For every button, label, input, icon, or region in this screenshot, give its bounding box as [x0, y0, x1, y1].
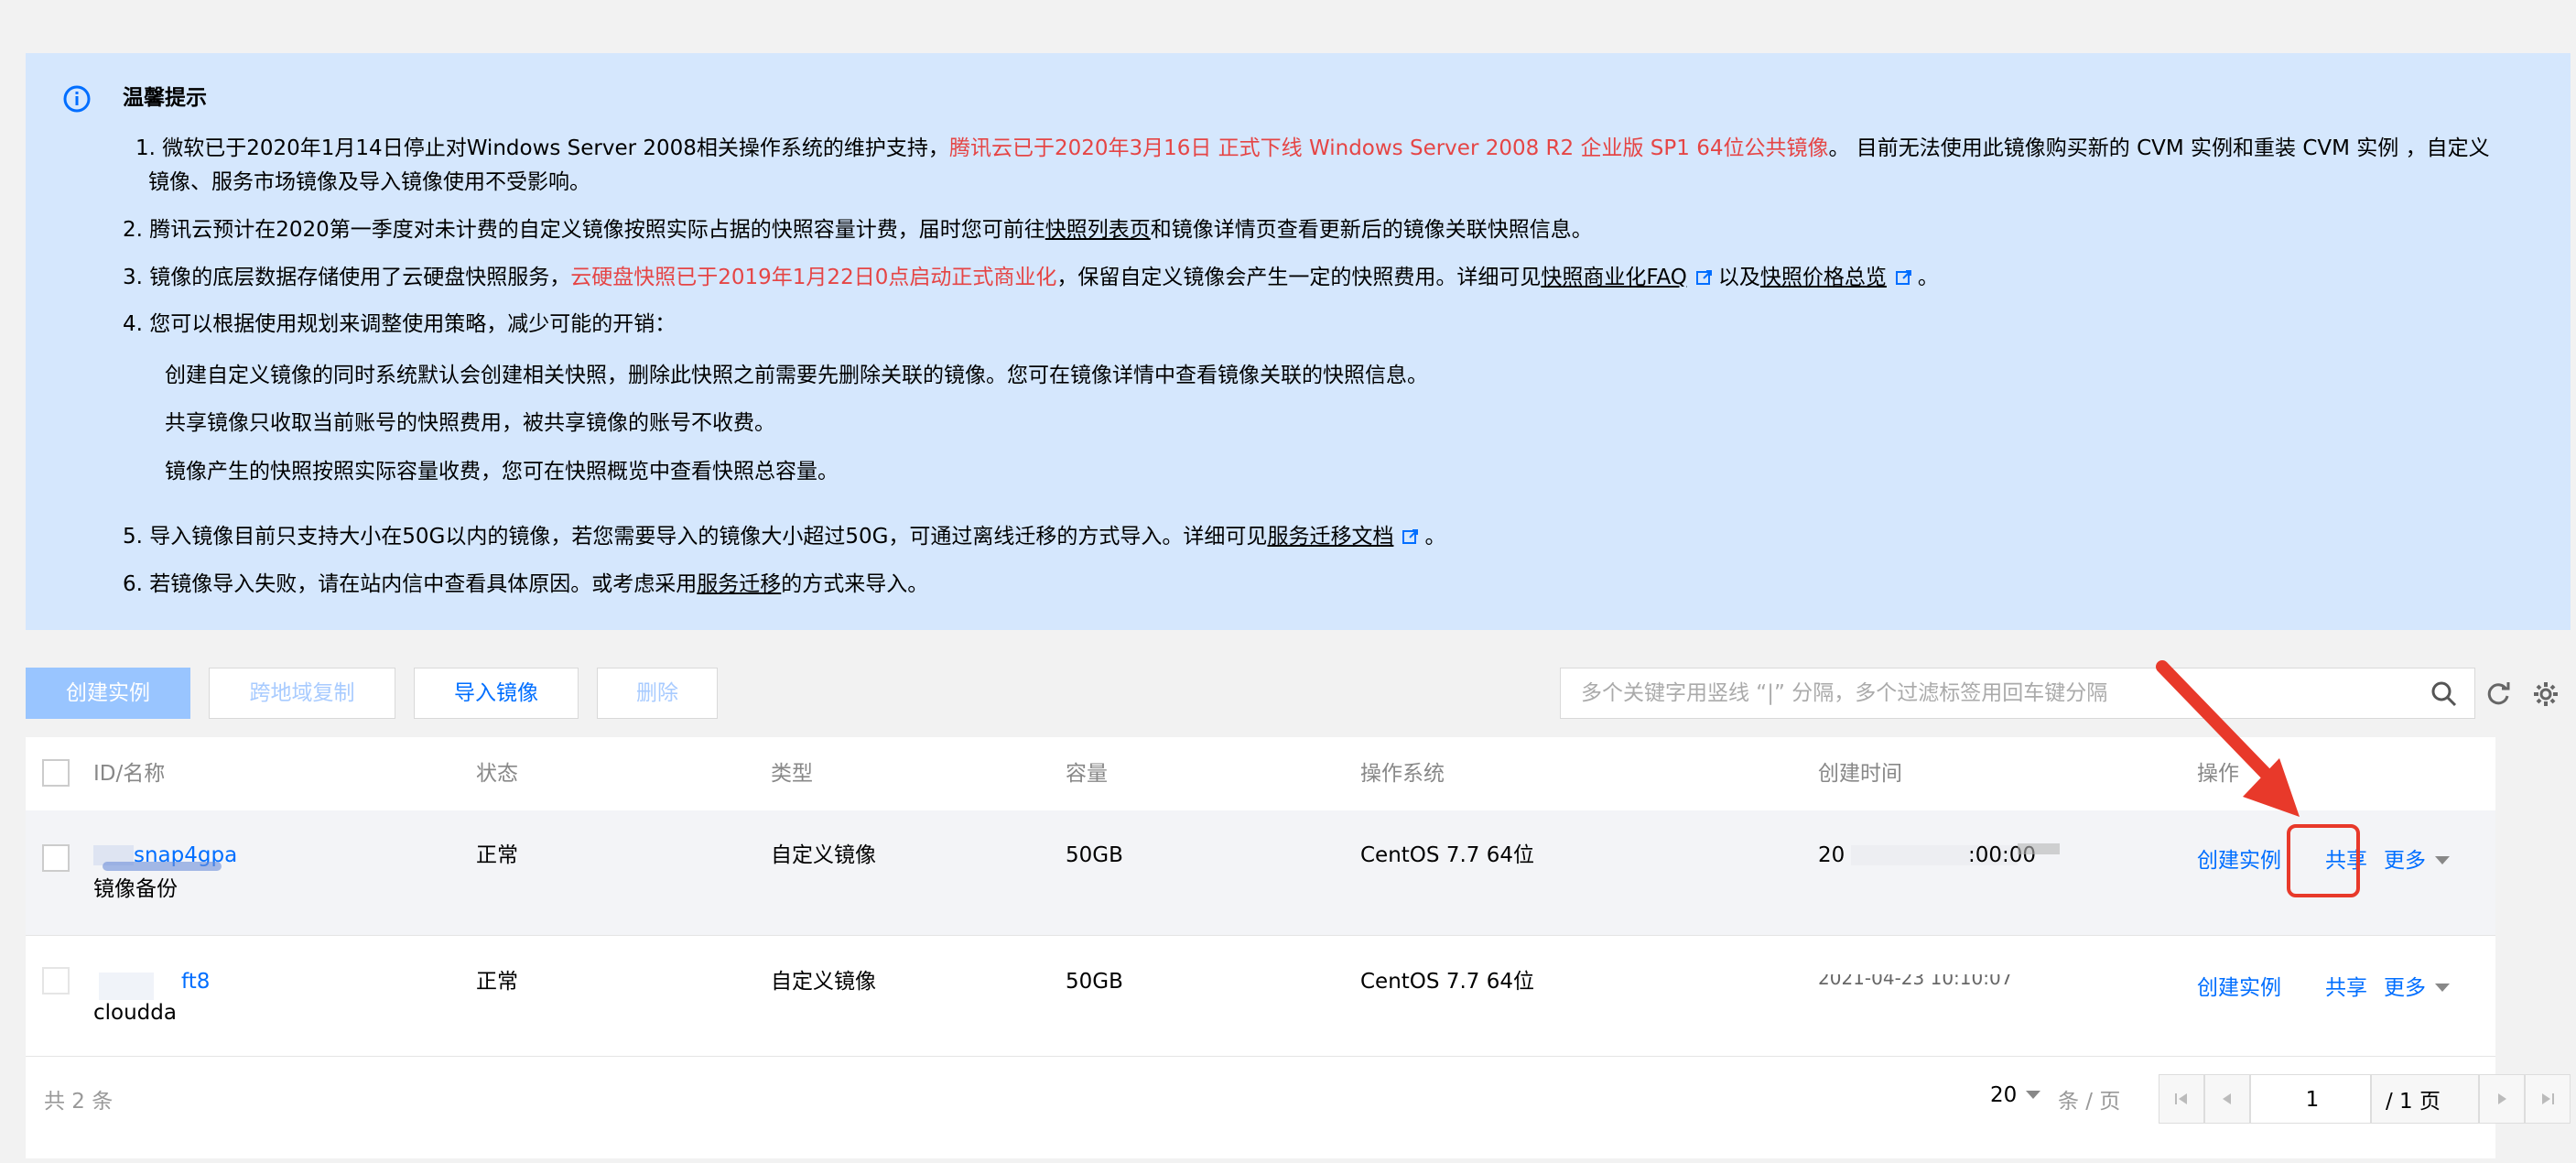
notice-title: 温馨提示: [123, 86, 207, 110]
first-page-button[interactable]: [2159, 1074, 2204, 1124]
migration-service-link[interactable]: 服务迁移: [697, 572, 781, 596]
notice-item-4: 4. 您可以根据使用规划来调整使用策略，减少可能的开销：: [123, 312, 676, 336]
notice-item-3-end: 。: [1917, 266, 1939, 289]
share-action[interactable]: 共享: [2325, 972, 2367, 1005]
search-box[interactable]: [1560, 668, 2475, 719]
image-id-link[interactable]: ft8: [181, 965, 210, 998]
notice-item-5-end: 。: [1424, 525, 1446, 549]
last-page-button[interactable]: [2525, 1074, 2571, 1124]
caret-down-icon: [2435, 856, 2450, 864]
table-row: ft8 cloudda 正常 自定义镜像 50GB CentOS 7.7 64位…: [26, 936, 2495, 1057]
page-number-box[interactable]: [2250, 1074, 2374, 1125]
notice-item-2-tail: 和镜像详情页查看更新后的镜像关联快照信息。: [1150, 218, 1593, 242]
image-name: cloudda: [93, 1001, 177, 1025]
capacity-text: 50GB: [1066, 970, 1123, 994]
notice-item-1-warning: 腾讯云已于2020年3月16日 正式下线 Windows Server 2008…: [948, 136, 1829, 160]
os-text: CentOS 7.7 64位: [1360, 970, 1534, 994]
notice-item-2-text: 2. 腾讯云预计在2020第一季度对未计费的自定义镜像按照实际占据的快照容量计费…: [123, 218, 1045, 242]
image-table: ID/名称 状态 类型 容量 操作系统 创建时间 操作 snap4gpa 镜像备…: [26, 737, 2495, 1158]
column-header-type: 类型: [771, 762, 813, 786]
external-link-icon[interactable]: [1695, 269, 1713, 286]
more-label: 更多: [2384, 976, 2426, 1000]
create-instance-action[interactable]: 创建实例: [2197, 844, 2281, 877]
redaction: [103, 862, 222, 871]
last-page-icon: [2542, 1093, 2554, 1104]
next-page-button[interactable]: [2479, 1074, 2525, 1124]
created-time-start: 20: [1818, 843, 1845, 867]
more-dropdown[interactable]: 更多: [2384, 972, 2450, 1005]
table-row: snap4gpa 镜像备份 正常 自定义镜像 50GB CentOS 7.7 6…: [26, 810, 2495, 936]
annotation-arrow-icon: [2156, 660, 2300, 817]
next-page-icon: [2498, 1093, 2506, 1104]
status-text: 正常: [476, 843, 518, 867]
more-label: 更多: [2384, 849, 2426, 873]
table-header: ID/名称 状态 类型 容量 操作系统 创建时间 操作: [26, 737, 2495, 811]
image-name: 镜像备份: [93, 877, 178, 901]
snapshot-list-link[interactable]: 快照列表页: [1045, 218, 1151, 242]
notice-item-5: 5. 导入镜像目前只支持大小在50G以内的镜像，若您需要导入的镜像大小超过50G…: [123, 520, 1445, 554]
create-instance-button[interactable]: 创建实例: [26, 668, 190, 719]
migration-doc-link[interactable]: 服务迁移文档: [1267, 525, 1393, 549]
column-header-created: 创建时间: [1818, 762, 1902, 786]
refresh-icon[interactable]: [2484, 680, 2512, 708]
annotation-highlight-box: [2287, 824, 2360, 897]
column-header-os: 操作系统: [1360, 762, 1445, 786]
page-size-value: 20: [1990, 1083, 2018, 1107]
notice-bullet: 创建自定义镜像的同时系统默认会创建相关快照，删除此快照之前需要先删除关联的镜像。…: [165, 364, 1428, 387]
more-dropdown[interactable]: 更多: [2384, 844, 2450, 877]
create-instance-action[interactable]: 创建实例: [2197, 972, 2281, 1005]
column-header-status: 状态: [476, 762, 518, 786]
notice-item-5-text: 5. 导入镜像目前只支持大小在50G以内的镜像，若您需要导入的镜像大小超过50G…: [123, 525, 1268, 549]
type-text: 自定义镜像: [771, 843, 876, 867]
caret-down-icon: [2026, 1091, 2041, 1099]
row-checkbox[interactable]: [42, 967, 70, 995]
os-text: CentOS 7.7 64位: [1360, 843, 1534, 867]
external-link-icon[interactable]: [1895, 269, 1912, 286]
import-image-button[interactable]: 导入镜像: [414, 668, 579, 719]
total-count: 共 2 条: [44, 1090, 114, 1114]
column-header-id-name: ID/名称: [93, 762, 166, 786]
cross-region-copy-button[interactable]: 跨地域复制: [209, 668, 395, 719]
redaction: [1818, 958, 2047, 974]
row-checkbox[interactable]: [42, 844, 70, 872]
redaction: [2018, 843, 2060, 854]
per-page-label: 条 / 页: [2058, 1090, 2121, 1114]
notice-item-3-warning: 云硬盘快照已于2019年1月22日0点启动正式商业化: [570, 266, 1057, 289]
notice-item-2: 2. 腾讯云预计在2020第一季度对未计费的自定义镜像按照实际占据的快照容量计费…: [123, 213, 1593, 247]
snapshot-pricing-link[interactable]: 快照价格总览: [1760, 266, 1887, 289]
column-header-capacity: 容量: [1066, 762, 1108, 786]
delete-button[interactable]: 删除: [597, 668, 718, 719]
search-icon[interactable]: [2430, 680, 2458, 708]
notice-item-1: 1. 微软已于2020年1月14日停止对Windows Server 2008相…: [135, 132, 2490, 166]
notice-item-3-and: 以及: [1717, 266, 1760, 289]
prev-page-button[interactable]: [2204, 1074, 2250, 1124]
select-all-checkbox[interactable]: [42, 759, 70, 787]
notice-item-3-text: 3. 镜像的底层数据存储使用了云硬盘快照服务，: [123, 266, 571, 289]
capacity-text: 50GB: [1066, 843, 1123, 867]
notice-bullet: 共享镜像只收取当前账号的快照费用，被共享镜像的账号不收费。: [165, 411, 775, 435]
notice-bullet: 镜像产生的快照按照实际容量收费，您可在快照概览中查看快照总容量。: [165, 460, 839, 484]
notice-item-1-tail: 。 目前无法使用此镜像购买新的 CVM 实例和重装 CVM 实例 ，自定义: [1828, 136, 2490, 160]
info-icon: [63, 85, 91, 113]
caret-down-icon: [2435, 984, 2450, 992]
gear-icon[interactable]: [2532, 680, 2560, 708]
notice-item-3: 3. 镜像的底层数据存储使用了云硬盘快照服务，云硬盘快照已于2019年1月22日…: [123, 261, 1939, 295]
external-link-icon[interactable]: [1402, 528, 1419, 545]
first-page-icon: [2175, 1093, 2187, 1104]
notice-item-1-line2: 镜像、服务市场镜像及导入镜像使用不受影响。: [148, 170, 590, 194]
page-size-select[interactable]: 20: [1990, 1083, 2041, 1107]
notice-item-6-tail: 的方式来导入。: [781, 572, 929, 596]
prev-page-icon: [2223, 1093, 2231, 1104]
notice-item-1-text: 1. 微软已于2020年1月14日停止对Windows Server 2008相…: [135, 136, 949, 160]
notice-item-3-mid: ，保留自定义镜像会产生一定的快照费用。详细可见: [1056, 266, 1542, 289]
status-text: 正常: [476, 970, 518, 994]
type-text: 自定义镜像: [771, 970, 876, 994]
total-pages: / 1 页: [2386, 1090, 2441, 1114]
notice-item-6: 6. 若镜像导入失败，请在站内信中查看具体原因。或考虑采用服务迁移的方式来导入。: [123, 568, 928, 602]
page-number-input[interactable]: [2251, 1075, 2374, 1125]
notice-item-6-text: 6. 若镜像导入失败，请在站内信中查看具体原因。或考虑采用: [123, 572, 698, 596]
snapshot-faq-link[interactable]: 快照商业化FAQ: [1541, 266, 1687, 289]
